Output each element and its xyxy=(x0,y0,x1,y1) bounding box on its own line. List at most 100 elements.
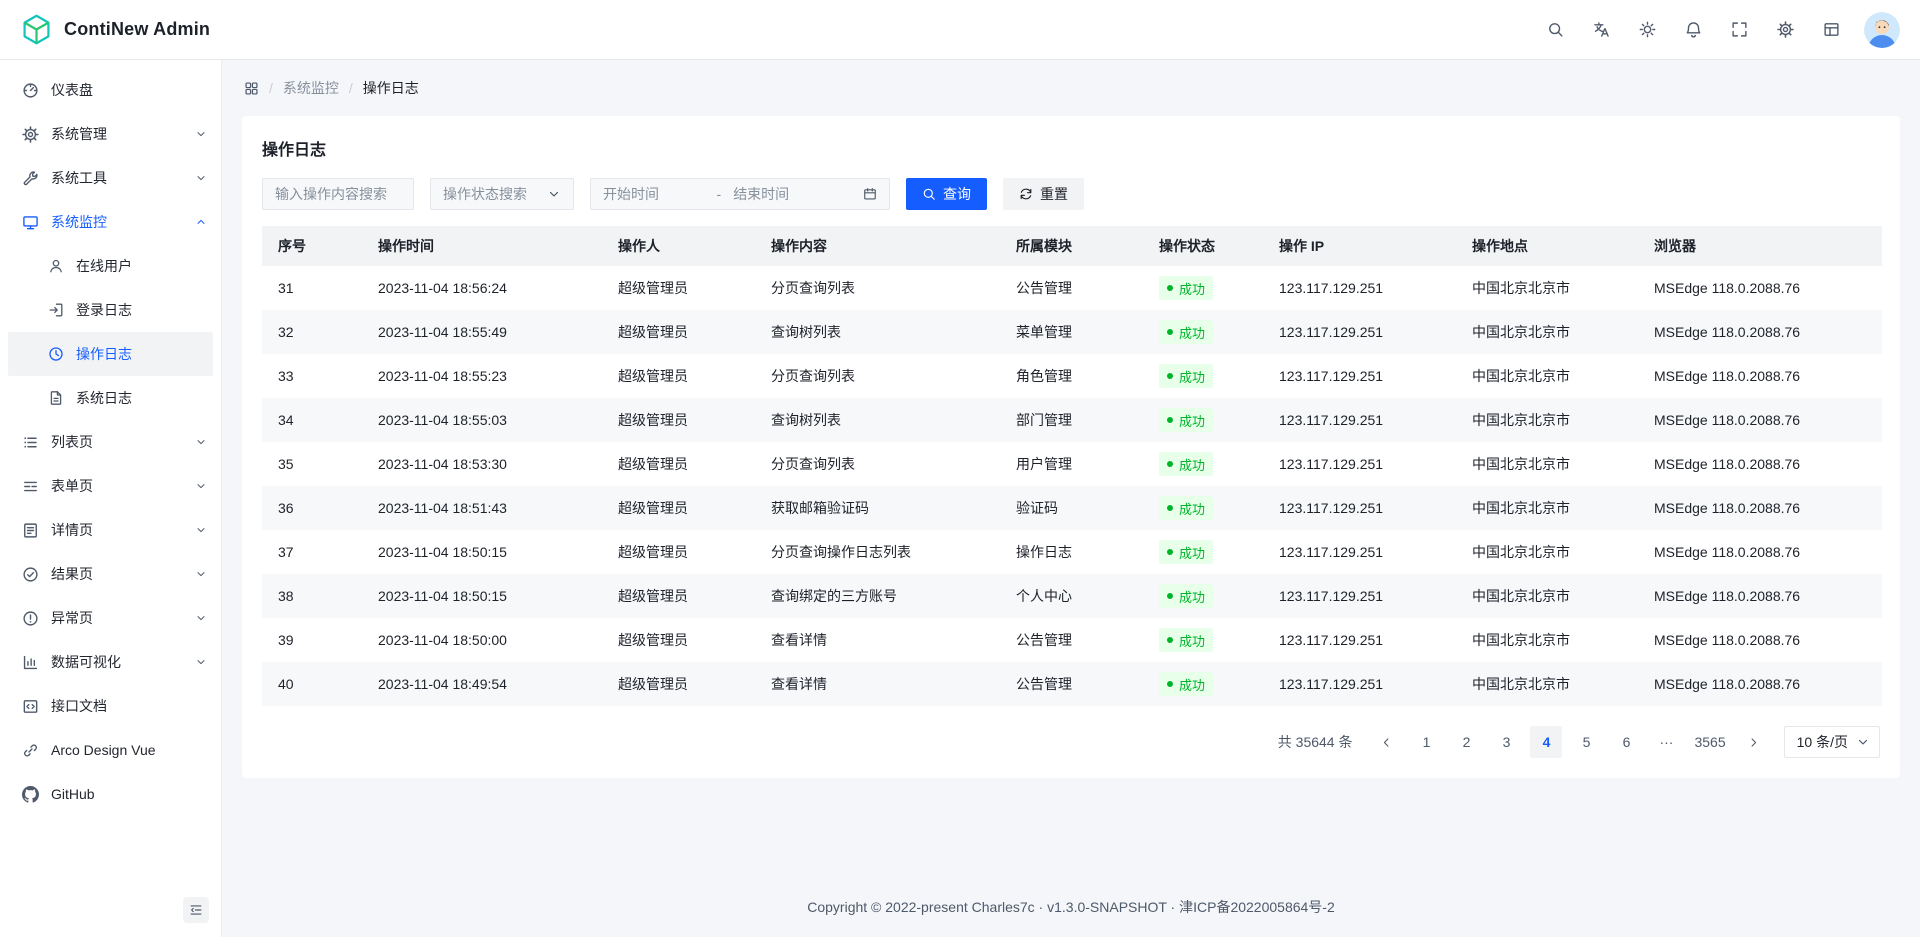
breadcrumb: / 系统监控 / 操作日志 xyxy=(222,60,1920,116)
table-cell: 查询树列表 xyxy=(755,310,1000,354)
translate-button[interactable] xyxy=(1584,13,1618,47)
apps-grid-icon[interactable] xyxy=(244,81,259,96)
sidebar-item-api-doc[interactable]: 接口文档 xyxy=(0,684,221,728)
chevron-down-icon xyxy=(195,172,207,184)
list-icon xyxy=(22,434,39,451)
header-actions xyxy=(1538,13,1848,47)
sidebar-item-operation-log[interactable]: 操作日志 xyxy=(8,332,213,376)
sidebar-item-arco-design-vue[interactable]: Arco Design Vue xyxy=(0,728,221,772)
page-ellipsis-button[interactable]: ··· xyxy=(1650,726,1682,758)
sidebar-item-system-log[interactable]: 系统日志 xyxy=(8,376,213,420)
table-cell-status: 成功 xyxy=(1143,574,1263,618)
table-cell: 2023-11-04 18:53:30 xyxy=(362,442,602,486)
page-button-2[interactable]: 2 xyxy=(1450,726,1482,758)
sidebar-item-list-page[interactable]: 列表页 xyxy=(0,420,221,464)
page-button-4[interactable]: 4 xyxy=(1530,726,1562,758)
user-avatar[interactable] xyxy=(1864,12,1900,48)
keyword-search-input[interactable] xyxy=(262,178,414,210)
table-cell: 40 xyxy=(262,662,362,706)
table-cell-status: 成功 xyxy=(1143,618,1263,662)
table-cell: 公告管理 xyxy=(1000,266,1143,310)
sidebar-item-data-visual[interactable]: 数据可视化 xyxy=(0,640,221,684)
table-cell: 超级管理员 xyxy=(602,662,755,706)
notification-button[interactable] xyxy=(1676,13,1710,47)
table-cell: 中国北京北京市 xyxy=(1456,354,1638,398)
collapse-sidebar-button[interactable] xyxy=(183,897,209,923)
sidebar-item-label: 系统日志 xyxy=(76,388,213,408)
fullscreen-button[interactable] xyxy=(1722,13,1756,47)
pagination: 共 35644 条 123456···3565 10 条/页 xyxy=(262,726,1880,758)
sidebar-item-login-log[interactable]: 登录日志 xyxy=(8,288,213,332)
sidebar-item-label: 详情页 xyxy=(51,520,183,540)
table-cell-status: 成功 xyxy=(1143,530,1263,574)
sidebar-item-label: 数据可视化 xyxy=(51,652,183,672)
tool-icon xyxy=(22,170,39,187)
sidebar-item-form-page[interactable]: 表单页 xyxy=(0,464,221,508)
status-text: 成功 xyxy=(1179,323,1205,342)
chevron-down-icon xyxy=(195,436,207,448)
theme-button[interactable] xyxy=(1630,13,1664,47)
breadcrumb-section[interactable]: 系统监控 xyxy=(283,78,339,98)
sidebar-item-exception-page[interactable]: 异常页 xyxy=(0,596,221,640)
table-cell: 操作日志 xyxy=(1000,530,1143,574)
table-cell: 超级管理员 xyxy=(602,354,755,398)
settings-button[interactable] xyxy=(1768,13,1802,47)
sidebar-item-github[interactable]: GitHub xyxy=(0,772,221,816)
status-select-placeholder: 操作状态搜索 xyxy=(443,184,527,204)
table-cell: 查询绑定的三方账号 xyxy=(755,574,1000,618)
table-cell-status: 成功 xyxy=(1143,442,1263,486)
status-text: 成功 xyxy=(1179,675,1205,694)
page-button-5[interactable]: 5 xyxy=(1570,726,1602,758)
link-icon xyxy=(22,742,39,759)
status-text: 成功 xyxy=(1179,279,1205,298)
page-button-3565[interactable]: 3565 xyxy=(1690,726,1729,758)
table-cell: 2023-11-04 18:56:24 xyxy=(362,266,602,310)
query-button[interactable]: 查询 xyxy=(906,178,987,210)
status-select[interactable]: 操作状态搜索 xyxy=(430,178,574,210)
status-badge: 成功 xyxy=(1159,452,1213,476)
sidebar-item-system-management[interactable]: 系统管理 xyxy=(0,112,221,156)
sidebar-item-online-user[interactable]: 在线用户 xyxy=(8,244,213,288)
sidebar-item-label: 系统管理 xyxy=(51,124,183,144)
brand[interactable]: ContiNew Admin xyxy=(20,13,210,46)
table-cell-status: 成功 xyxy=(1143,354,1263,398)
table-cell: 36 xyxy=(262,486,362,530)
search-icon xyxy=(922,187,936,201)
sidebar-item-detail-page[interactable]: 详情页 xyxy=(0,508,221,552)
sidebar-item-dashboard[interactable]: 仪表盘 xyxy=(0,68,221,112)
prev-page-button[interactable] xyxy=(1370,726,1402,758)
status-dot-icon xyxy=(1167,637,1173,643)
table-cell: MSEdge 118.0.2088.76 xyxy=(1638,442,1882,486)
table-cell: MSEdge 118.0.2088.76 xyxy=(1638,354,1882,398)
pagination-pages: 123456···3565 xyxy=(1410,726,1729,758)
page-button-6[interactable]: 6 xyxy=(1610,726,1642,758)
table-cell: MSEdge 118.0.2088.76 xyxy=(1638,530,1882,574)
table-row: 362023-11-04 18:51:43超级管理员获取邮箱验证码验证码成功12… xyxy=(262,486,1882,530)
reset-button[interactable]: 重置 xyxy=(1003,178,1084,210)
table-cell: 分页查询列表 xyxy=(755,266,1000,310)
next-page-button[interactable] xyxy=(1738,726,1770,758)
table-cell: 32 xyxy=(262,310,362,354)
search-button[interactable] xyxy=(1538,13,1572,47)
sidebar-item-system-tools[interactable]: 系统工具 xyxy=(0,156,221,200)
sidebar-item-label: 在线用户 xyxy=(76,256,213,276)
table-cell: 超级管理员 xyxy=(602,486,755,530)
chevron-down-icon xyxy=(195,612,207,624)
layout-button[interactable] xyxy=(1814,13,1848,47)
status-badge: 成功 xyxy=(1159,540,1213,564)
page-button-1[interactable]: 1 xyxy=(1410,726,1442,758)
table-cell: MSEdge 118.0.2088.76 xyxy=(1638,618,1882,662)
page-size-select[interactable]: 10 条/页 xyxy=(1784,726,1880,758)
date-range-picker[interactable]: 开始时间 - 结束时间 xyxy=(590,178,890,210)
chevron-down-icon xyxy=(195,128,207,140)
sidebar-item-system-monitor[interactable]: 系统监控 xyxy=(0,200,221,244)
column-header: 序号 xyxy=(262,226,362,266)
table-cell: 2023-11-04 18:50:00 xyxy=(362,618,602,662)
page-button-3[interactable]: 3 xyxy=(1490,726,1522,758)
sidebar-item-result-page[interactable]: 结果页 xyxy=(0,552,221,596)
query-button-label: 查询 xyxy=(943,184,971,204)
column-header: 所属模块 xyxy=(1000,226,1143,266)
table-cell: 中国北京北京市 xyxy=(1456,398,1638,442)
table-cell: 123.117.129.251 xyxy=(1263,486,1456,530)
table-row: 342023-11-04 18:55:03超级管理员查询树列表部门管理成功123… xyxy=(262,398,1882,442)
